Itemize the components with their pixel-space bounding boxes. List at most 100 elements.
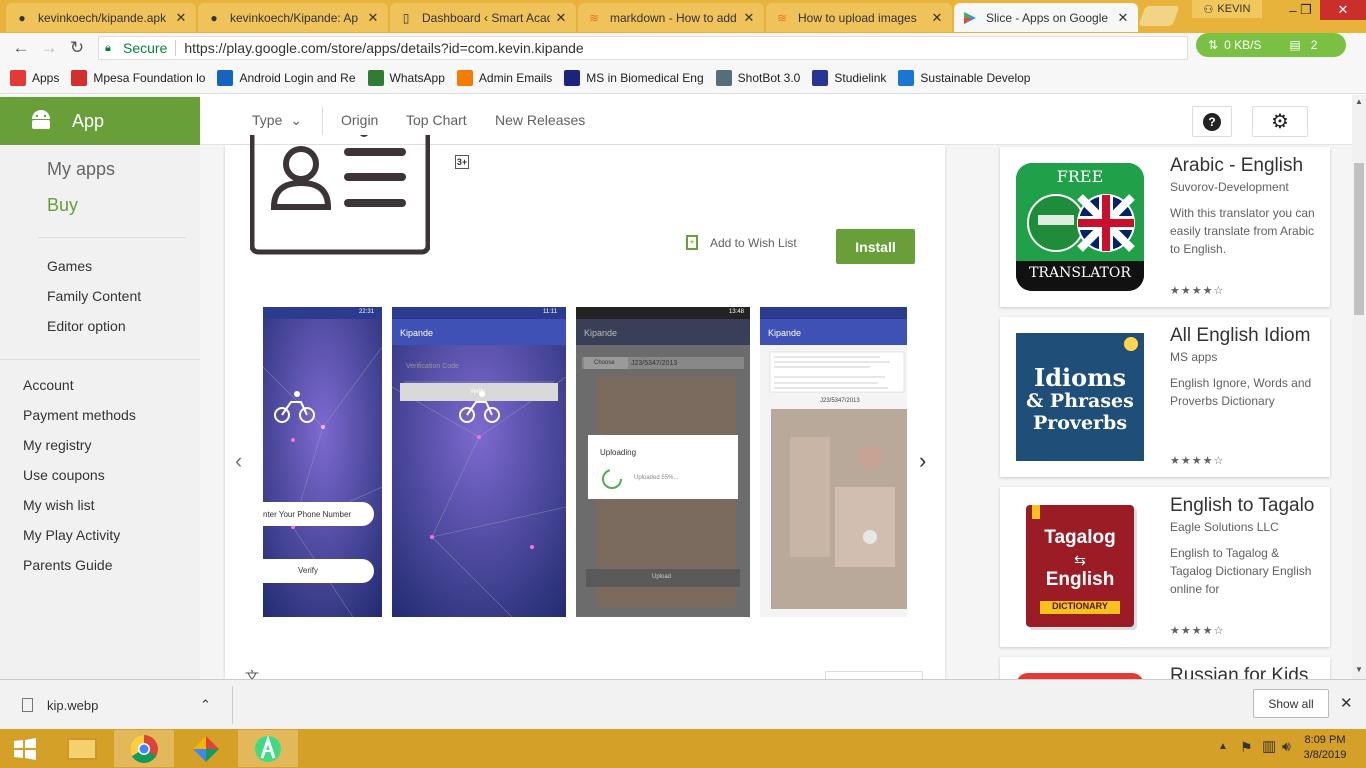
close-icon[interactable]: ✕ — [366, 10, 380, 26]
clock-time: 8:09 PM — [1304, 734, 1346, 746]
screenshot-2[interactable]: 11:11 Kipande Verification Code Verify — [392, 307, 566, 617]
help-icon: ? — [1203, 112, 1221, 131]
tab-github-kipande[interactable]: ● kevinkoech/Kipande: Ap ✕ — [198, 3, 388, 32]
type-dropdown[interactable]: Type ⌄ — [252, 112, 302, 129]
bookmark-item[interactable]: Mpesa Foundation lo — [71, 70, 205, 86]
screenshot-4[interactable]: Kipande J23/5347/2013 — [760, 307, 907, 617]
app-section-header[interactable]: App — [0, 97, 200, 145]
bookmark-item[interactable]: WhatsApp — [367, 70, 445, 86]
bookmark-item[interactable]: Apps — [10, 70, 59, 86]
reload-button[interactable]: ↻ — [66, 37, 88, 59]
nav-my-apps[interactable]: My apps — [47, 159, 115, 180]
close-icon[interactable]: ✕ — [174, 10, 188, 26]
nav-buy[interactable]: Buy — [47, 195, 78, 216]
scroll-up-arrow[interactable]: ▲ — [1355, 97, 1363, 106]
android-studio-taskbar-button[interactable] — [238, 730, 298, 767]
close-icon[interactable]: ✕ — [930, 10, 944, 26]
tab-markdown[interactable]: ≋ markdown - How to add ✕ — [578, 3, 764, 32]
bookmark-plus-icon: + — [686, 235, 698, 250]
close-icon[interactable]: ✕ — [1116, 10, 1130, 26]
bookmark-label: MS in Biomedical Eng — [586, 71, 704, 85]
status-time: 13:48 — [729, 309, 745, 315]
app-taskbar-button[interactable] — [176, 730, 236, 767]
new-tab-button[interactable] — [1138, 6, 1180, 26]
bookmark-icon — [812, 70, 829, 86]
nav-new-releases[interactable]: New Releases — [495, 112, 585, 128]
bookmark-item[interactable]: Sustainable Develop — [898, 70, 1030, 86]
bookmark-label: Sustainable Develop — [920, 71, 1031, 85]
bookmark-icon — [715, 70, 732, 86]
similar-app-card[interactable]: Tagalog ⇆ English DICTIONARY English to … — [1000, 487, 1330, 647]
nav-my-registry[interactable]: My registry — [23, 437, 91, 453]
address-bar[interactable]: 🔒︎ Secure https://play.google.com/store/… — [98, 36, 1188, 60]
carousel-next-button[interactable]: › — [919, 448, 926, 474]
translate-button[interactable] — [825, 671, 923, 679]
flag-icon[interactable]: ⚑ — [1240, 739, 1253, 756]
nav-payment-methods[interactable]: Payment methods — [23, 407, 136, 423]
tab-github-kipande-apk[interactable]: ● kevinkoech/kipande.apk ✕ — [6, 3, 196, 32]
nav-my-wish-list[interactable]: My wish list — [23, 497, 95, 513]
download-item[interactable]: kip.webp ⌃ — [14, 690, 230, 720]
nav-my-play-activity[interactable]: My Play Activity — [23, 527, 120, 543]
bookmark-item[interactable]: Studielink — [812, 70, 886, 86]
close-icon[interactable]: ✕ — [1340, 694, 1353, 712]
tab-upload-images[interactable]: ≋ How to upload images ✕ — [766, 3, 952, 32]
similar-app-card[interactable]: Idioms & Phrases Proverbs All English Id… — [1000, 317, 1330, 477]
add-to-wishlist-button[interactable]: + Add to Wish List — [686, 235, 797, 250]
bookmark-item[interactable]: MS in Biomedical Eng — [564, 70, 704, 86]
app-title[interactable]: English to Tagalo — [1170, 495, 1320, 517]
scroll-thumb[interactable] — [1354, 163, 1364, 315]
android-icon — [30, 109, 52, 134]
bookmark-item[interactable]: ShotBot 3.0 — [715, 70, 800, 86]
file-explorer-button[interactable] — [52, 730, 112, 767]
page-scrollbar[interactable]: ▲ ▼ — [1352, 95, 1366, 679]
url-text[interactable]: https://play.google.com/store/apps/detai… — [184, 40, 583, 56]
back-button[interactable]: ← — [10, 37, 32, 59]
similar-app-card[interactable]: FREE TRANSLATOR Arabic - English Suvorov… — [1000, 147, 1330, 307]
bookmark-item[interactable]: Android Login and Re — [217, 70, 356, 86]
profile-button[interactable]: ⚇ KEVIN — [1192, 0, 1262, 18]
clock[interactable]: 8:09 PM 3/8/2019 — [1300, 733, 1350, 763]
nav-use-coupons[interactable]: Use coupons — [23, 467, 105, 483]
settings-button[interactable]: ⚙ — [1252, 106, 1308, 137]
show-hidden-icons[interactable]: ▲ — [1218, 741, 1228, 752]
nav-top-chart[interactable]: Top Chart — [406, 112, 467, 128]
app-developer[interactable]: Suvorov-Development — [1170, 180, 1289, 194]
screenshot-3[interactable]: 13:48 Kipande Choose J23/5347/2013 Uploa… — [576, 307, 750, 617]
tab-dashboard[interactable]: ▯ Dashboard ‹ Smart Acad ✕ — [390, 3, 576, 32]
app-developer[interactable]: Eagle Solutions LLC — [1170, 520, 1279, 534]
window-close-button[interactable]: ✕ — [1320, 0, 1366, 20]
chevron-up-icon[interactable]: ⌃ — [200, 697, 211, 713]
clock-date: 3/8/2019 — [1303, 749, 1347, 761]
app-title[interactable]: Arabic - English — [1170, 155, 1320, 177]
network-icon[interactable]: ▥ — [1262, 737, 1276, 755]
show-all-button[interactable]: Show all — [1253, 689, 1329, 718]
app-developer[interactable]: MS apps — [1170, 350, 1217, 364]
screenshot-1[interactable]: 22:31 nter Your Phone Number Verify — [263, 307, 382, 617]
tab-slice-google-play[interactable]: Slice - Apps on Google ✕ — [954, 3, 1138, 32]
close-icon[interactable]: ✕ — [742, 10, 756, 26]
similar-app-card[interactable]: Russian for Kids — [1000, 657, 1330, 679]
network-meter-widget[interactable]: ⇅ 0 KB/S ▤ 2 — [1196, 33, 1346, 57]
nav-family-content[interactable]: Family Content — [47, 288, 141, 304]
volume-icon[interactable]: 🔊︎ — [1282, 738, 1291, 755]
translate-icon[interactable]: 文 — [245, 667, 259, 679]
app-title[interactable]: All English Idiom — [1170, 325, 1320, 347]
chrome-taskbar-button[interactable] — [114, 730, 174, 767]
carousel-prev-button[interactable]: ‹ — [235, 448, 242, 474]
forward-button[interactable]: → — [38, 37, 60, 59]
nav-account[interactable]: Account — [23, 377, 74, 393]
close-icon[interactable]: ✕ — [554, 10, 568, 26]
start-button[interactable] — [0, 730, 50, 767]
bookmark-icon — [71, 70, 88, 86]
bookmark-label: Apps — [32, 71, 60, 85]
scroll-down-arrow[interactable]: ▼ — [1355, 665, 1363, 674]
bookmark-item[interactable]: Admin Emails — [456, 70, 552, 86]
app-title[interactable]: Russian for Kids — [1170, 665, 1320, 679]
help-button[interactable]: ? — [1192, 106, 1232, 137]
nav-origin[interactable]: Origin — [341, 112, 378, 128]
nav-editor-option[interactable]: Editor option — [47, 318, 126, 334]
nav-parents-guide[interactable]: Parents Guide — [23, 557, 113, 573]
install-button[interactable]: Install — [836, 229, 915, 264]
nav-games[interactable]: Games — [47, 258, 92, 274]
